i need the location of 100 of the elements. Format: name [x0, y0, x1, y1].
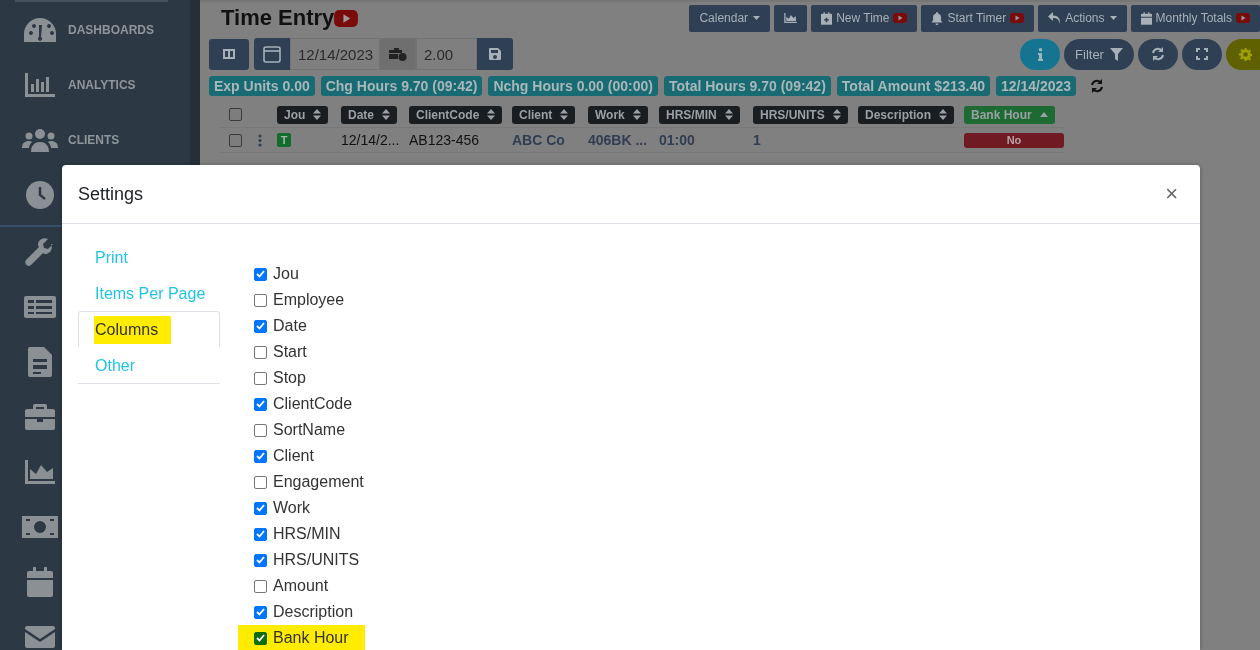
sort-icon: [560, 109, 569, 120]
checkbox[interactable]: [254, 527, 267, 541]
reply-arrow-icon: [1048, 12, 1062, 24]
kebab-menu-icon[interactable]: [258, 133, 262, 147]
toolbar-button[interactable]: New Time: [811, 4, 918, 32]
date-field[interactable]: 12/14/2023: [290, 38, 380, 70]
status-badge: No: [964, 132, 1064, 148]
sort-up-icon: [1039, 112, 1048, 117]
video-icon: [893, 13, 908, 23]
checkbox[interactable]: [254, 319, 267, 333]
toolbar-button[interactable]: Monthly Totals: [1130, 4, 1260, 32]
caret-icon: [753, 16, 761, 20]
settings-button[interactable]: [1226, 38, 1260, 70]
column-option-label[interactable]: Bank Hour: [273, 629, 349, 647]
checkbox[interactable]: [254, 501, 267, 515]
column-option-label[interactable]: HRS/MIN: [273, 525, 341, 543]
checkbox[interactable]: [254, 267, 267, 281]
checkbox[interactable]: [254, 449, 267, 463]
briefcase-icon: [25, 403, 55, 430]
video-icon: [1010, 13, 1025, 23]
column-option-label[interactable]: ClientCode: [273, 395, 353, 413]
select-all-checkbox[interactable]: [229, 108, 242, 121]
page-title: Time Entry: [221, 5, 335, 31]
hours-field[interactable]: 2.00: [416, 38, 477, 70]
banknote-icon: [22, 515, 58, 538]
checkbox[interactable]: [254, 345, 267, 359]
table-cell: 1: [753, 132, 761, 148]
column-header[interactable]: Client: [512, 105, 576, 124]
checkbox[interactable]: [254, 579, 267, 593]
sort-icon: [832, 109, 841, 120]
calendar-icon: [263, 45, 281, 63]
toolbar-button[interactable]: Start Timer: [921, 4, 1035, 32]
refresh-button[interactable]: [1138, 38, 1178, 70]
calendar-plus-icon: [821, 11, 833, 25]
close-button[interactable]: ×: [1159, 181, 1184, 207]
checkbox[interactable]: [254, 293, 267, 307]
sidebar-item[interactable]: CLIENTS: [68, 132, 120, 147]
column-header[interactable]: ClientCode: [409, 105, 503, 124]
sort-icon: [313, 109, 322, 120]
columns-icon: [223, 49, 235, 59]
table-cell: 01:00: [659, 132, 695, 148]
summary-badge: Nchg Hours 0.00 (00:00): [488, 75, 658, 96]
column-option-label[interactable]: HRS/UNITS: [273, 551, 360, 569]
checkbox[interactable]: [254, 397, 267, 411]
sidebar-item[interactable]: DASHBOARDS: [68, 22, 154, 37]
column-header[interactable]: HRS/UNITS: [753, 105, 848, 124]
column-option-label[interactable]: Start: [273, 343, 307, 361]
column-option-label[interactable]: Description: [273, 603, 354, 621]
refresh-icon: [1151, 47, 1165, 61]
people-icon: [22, 127, 58, 152]
filter-button[interactable]: Filter: [1064, 38, 1134, 70]
checkbox[interactable]: [254, 475, 267, 489]
checkbox[interactable]: [254, 553, 267, 567]
clock-icon: [26, 180, 54, 209]
column-header[interactable]: Description: [858, 105, 954, 124]
area-chart-icon: [25, 459, 55, 484]
sort-icon: [487, 109, 496, 120]
toolbar-button[interactable]: Actions: [1038, 4, 1127, 32]
chart-button[interactable]: [774, 4, 808, 32]
column-header[interactable]: Work: [588, 105, 648, 124]
column-header[interactable]: Date: [341, 105, 397, 124]
refresh-icon[interactable]: [1090, 78, 1105, 93]
column-option-label[interactable]: Stop: [273, 369, 306, 387]
column-option-label[interactable]: Client: [273, 447, 314, 465]
summary-badge: Exp Units 0.00: [209, 75, 315, 96]
column-option-label[interactable]: Employee: [273, 291, 345, 309]
wrench-icon: [25, 238, 55, 268]
column-option-label[interactable]: SortName: [273, 421, 346, 439]
columns-toggle-button[interactable]: [209, 38, 249, 70]
checkbox[interactable]: [254, 605, 267, 619]
modal-title: Settings: [78, 183, 144, 205]
column-option-label[interactable]: Amount: [273, 577, 329, 595]
bar-chart-icon: [25, 72, 55, 97]
column-option-label[interactable]: Work: [273, 499, 311, 517]
column-option-label[interactable]: Engagement: [273, 473, 364, 491]
checkbox[interactable]: [254, 423, 267, 437]
document-icon: [28, 346, 52, 377]
calendar-icon: [27, 566, 53, 597]
settings-tab[interactable]: Columns: [94, 315, 172, 344]
journal-badge: T: [277, 133, 291, 147]
caret-icon: [1109, 16, 1117, 20]
checkbox[interactable]: [254, 371, 267, 385]
video-icon: [334, 9, 359, 27]
fullscreen-button[interactable]: [1182, 38, 1222, 70]
summary-badge: Total Hours 9.70 (09:42): [663, 75, 831, 96]
save-button[interactable]: [477, 38, 513, 70]
info-button[interactable]: [1020, 38, 1060, 70]
column-header[interactable]: HRS/MIN: [659, 105, 740, 124]
column-option-label[interactable]: Date: [273, 317, 307, 335]
summary-badge: 12/14/2023: [996, 75, 1077, 96]
fullscreen-icon: [1196, 48, 1208, 60]
row-checkbox[interactable]: [229, 133, 242, 147]
checkbox[interactable]: [254, 631, 267, 645]
gear-icon: [1238, 47, 1252, 61]
summary-badge: Chg Hours 9.70 (09:42): [320, 75, 483, 96]
table-cell: 406BK ...: [588, 132, 648, 148]
sidebar-item[interactable]: ANALYTICS: [68, 77, 136, 92]
column-option-label[interactable]: Jou: [273, 265, 299, 283]
toolbar-button[interactable]: Calendar: [689, 4, 771, 32]
column-header[interactable]: Jou: [277, 105, 329, 124]
